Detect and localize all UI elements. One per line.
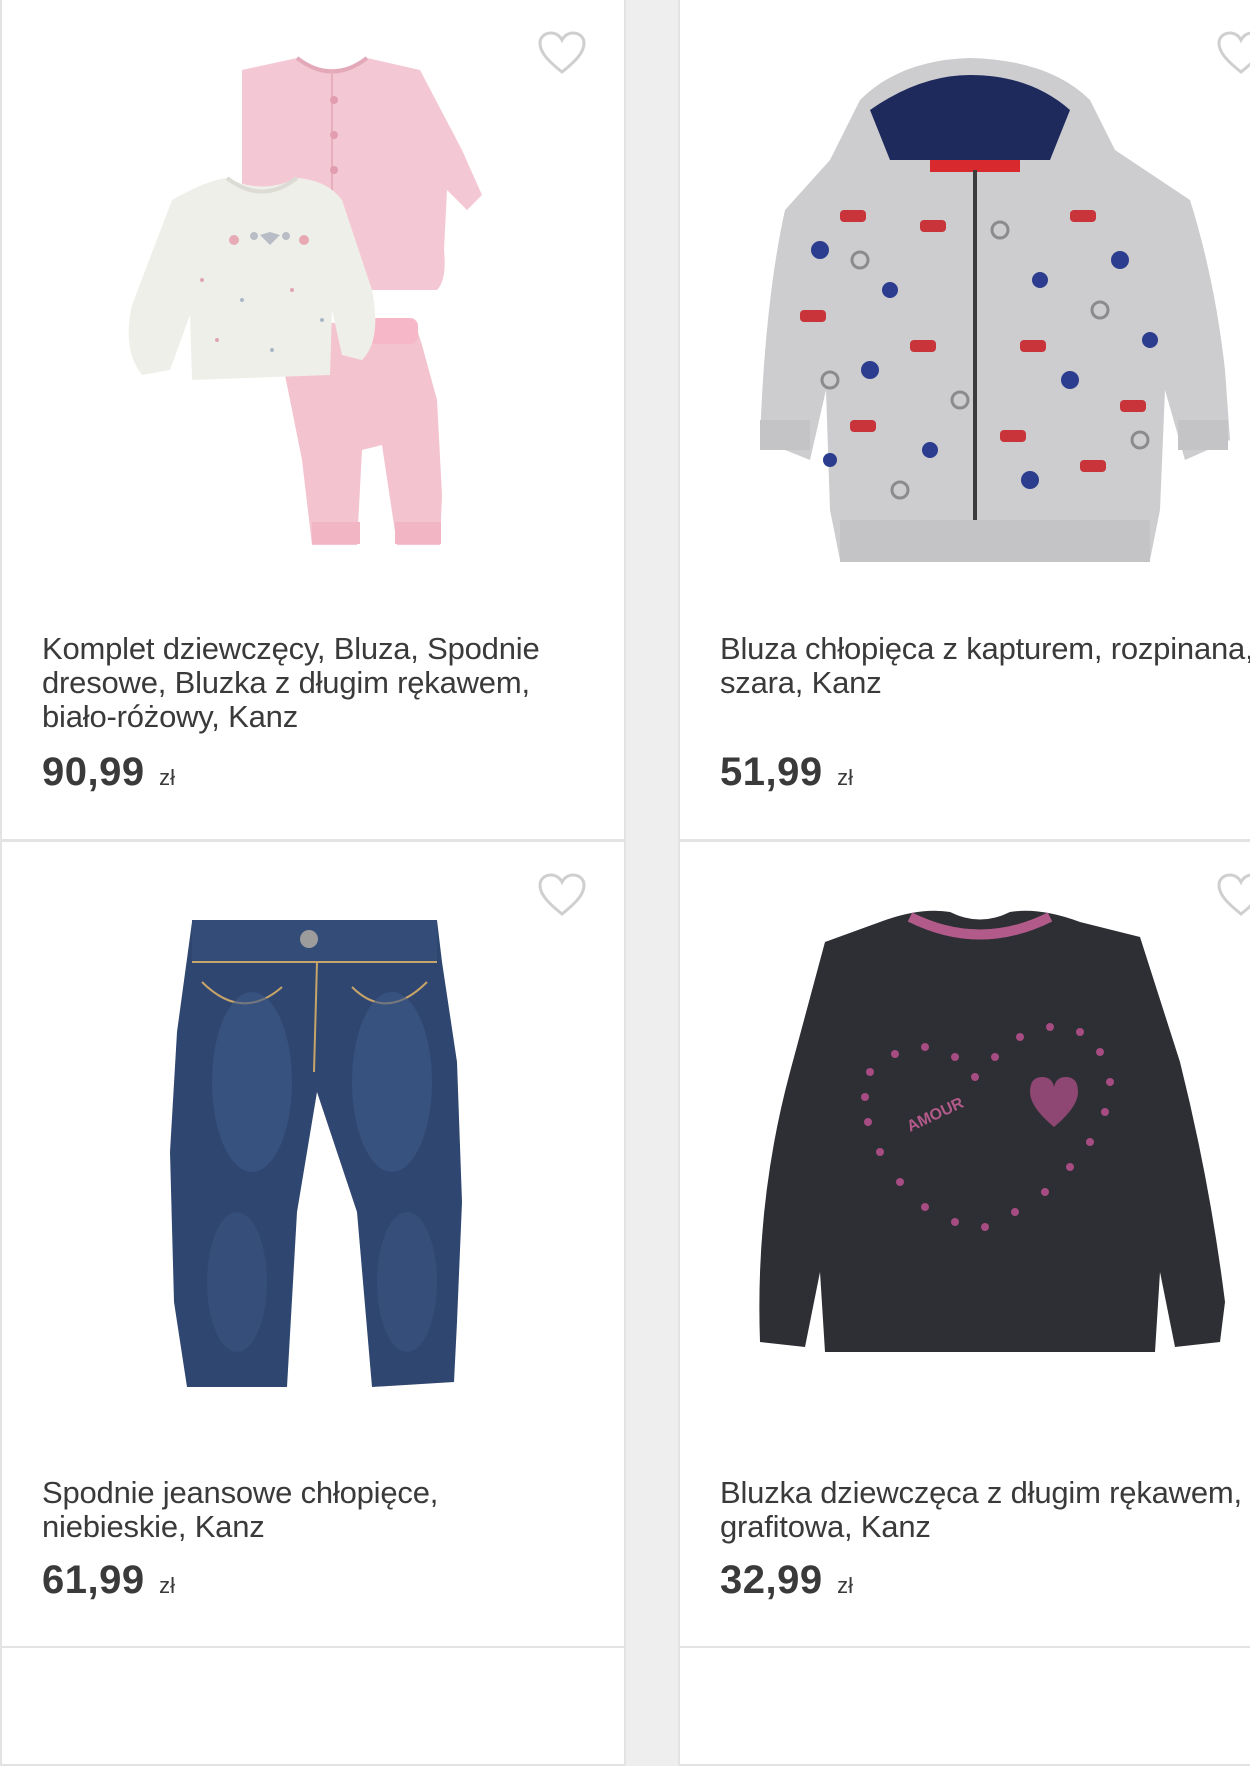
product-title[interactable]: Bluzka dziewczęca z długim rękawem, graf… — [720, 1476, 1250, 1544]
price-amount: 61,99 — [42, 1558, 145, 1602]
product-card[interactable] — [0, 1646, 626, 1766]
product-price: 51,99 zł — [720, 750, 853, 795]
product-card[interactable]: Spodnie jeansowe chłopięce, niebieskie, … — [0, 840, 626, 1648]
price-currency: zł — [159, 1573, 175, 1598]
product-title[interactable]: Spodnie jeansowe chłopięce, niebieskie, … — [42, 1476, 582, 1544]
product-image[interactable] — [720, 40, 1250, 600]
product-title[interactable]: Komplet dziewczęcy, Bluza, Spodnie dreso… — [42, 632, 582, 734]
product-card[interactable]: AMOUR Bluzka dziewczęca z długim rękawem… — [678, 840, 1250, 1648]
product-grid: Komplet dziewczęcy, Bluza, Spodnie dreso… — [0, 0, 1250, 1766]
price-currency: zł — [159, 765, 175, 790]
product-image[interactable] — [42, 882, 582, 1442]
product-image[interactable]: AMOUR — [720, 882, 1250, 1442]
product-price: 90,99 zł — [42, 750, 175, 795]
product-price: 32,99 zł — [720, 1558, 853, 1603]
price-currency: zł — [837, 765, 853, 790]
price-amount: 32,99 — [720, 1558, 823, 1602]
product-title[interactable]: Bluza chłopięca z kapturem, rozpinana, s… — [720, 632, 1250, 700]
price-currency: zł — [837, 1573, 853, 1598]
price-amount: 51,99 — [720, 750, 823, 794]
price-amount: 90,99 — [42, 750, 145, 794]
product-price: 61,99 zł — [42, 1558, 175, 1603]
product-card[interactable]: Komplet dziewczęcy, Bluza, Spodnie dreso… — [0, 0, 626, 841]
product-image[interactable] — [42, 40, 582, 600]
product-card[interactable] — [678, 1646, 1250, 1766]
product-card[interactable]: Bluza chłopięca z kapturem, rozpinana, s… — [678, 0, 1250, 841]
